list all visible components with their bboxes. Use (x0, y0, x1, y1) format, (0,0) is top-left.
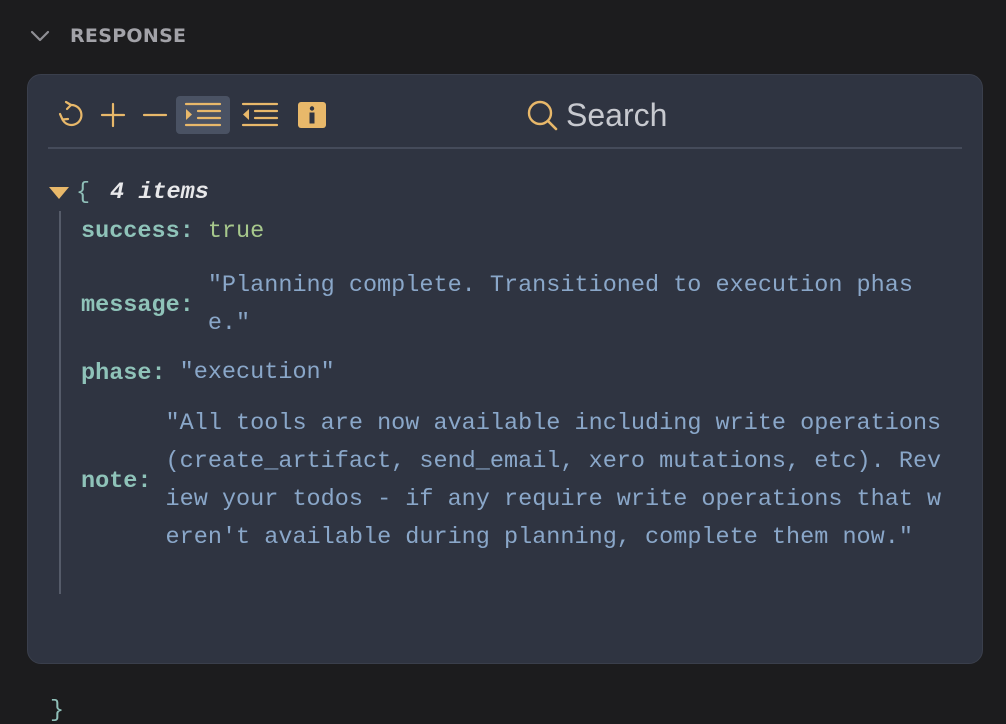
search-icon (527, 100, 558, 131)
search-placeholder: Search (566, 96, 668, 133)
value-label: "Planning complete. Transitioned to exec… (207, 272, 913, 337)
value-label: "execution" (179, 359, 335, 386)
outdent-button[interactable] (240, 96, 280, 134)
close-brace: } (50, 697, 65, 724)
tree-row-phase: phase: "execution" (81, 354, 952, 392)
response-section-header[interactable]: RESPONSE (28, 24, 186, 48)
info-icon (298, 102, 326, 128)
open-brace: { (76, 179, 91, 206)
info-button[interactable] (296, 96, 328, 134)
outdent-icon (241, 102, 279, 127)
response-panel: Search { 4 items success: true message: … (27, 74, 983, 724)
indent-button[interactable] (176, 96, 230, 134)
section-title: RESPONSE (70, 25, 187, 47)
key-label: note (81, 467, 138, 495)
indent-icon (184, 102, 222, 127)
json-tree: { 4 items success: true message: "Planni… (28, 165, 982, 724)
value-label: true (207, 218, 265, 245)
root-node[interactable]: { 4 items (48, 179, 209, 206)
key-label: phase (81, 359, 152, 387)
minus-icon (142, 113, 168, 117)
search-box[interactable]: Search (526, 95, 667, 135)
caret-down-icon[interactable] (48, 185, 70, 201)
key-label: success (81, 218, 180, 245)
value-label: "All tools are now available including w… (165, 410, 956, 551)
item-count: 4 items (110, 179, 209, 206)
rotate-icon (58, 100, 83, 127)
collapse-button[interactable] (140, 96, 170, 134)
collapse-all-button[interactable] (56, 96, 86, 134)
plus-icon (100, 102, 126, 128)
indent-guide (59, 211, 61, 594)
tree-row-message: message: "Planning complete. Transitione… (81, 267, 952, 343)
json-toolbar: Search (48, 93, 962, 149)
tree-row-success: success: true (81, 218, 265, 245)
expand-button[interactable] (98, 96, 128, 134)
chevron-down-icon[interactable] (28, 24, 52, 48)
key-label: message (81, 291, 180, 319)
tree-row-note: note: "All tools are now available inclu… (81, 405, 952, 557)
